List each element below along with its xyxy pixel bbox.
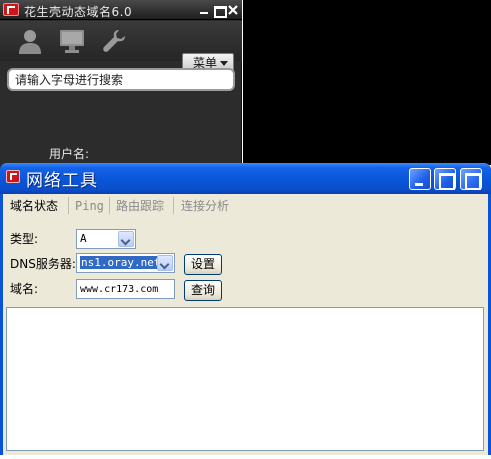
tab-traceroute[interactable]: 路由跟踪: [116, 199, 164, 213]
ddns-toolbar: 菜单: [0, 21, 242, 73]
restore-icon[interactable]: [460, 168, 482, 190]
monitor-icon[interactable]: [58, 27, 86, 55]
query-button[interactable]: 查询: [184, 280, 222, 301]
minimize-icon[interactable]: [197, 2, 211, 17]
minimize-icon[interactable]: [409, 168, 431, 190]
ddns-window-title: 花生壳动态域名6.0: [24, 5, 133, 19]
oray-logo-icon: [6, 170, 20, 183]
ddns-client-window: 花生壳动态域名6.0 菜单 用户名:: [0, 0, 242, 170]
maximize-icon[interactable]: [434, 168, 456, 190]
network-tools-window: 网络工具 域名状态 Ping 路由跟踪 连接分析 类型: A DNS服务器: n…: [0, 163, 491, 455]
dns-server-label: DNS服务器:: [10, 257, 76, 271]
tools-window-title: 网络工具: [26, 171, 98, 191]
type-label: 类型:: [10, 232, 39, 246]
result-output-area[interactable]: [6, 307, 484, 451]
search-input[interactable]: [7, 68, 235, 91]
dns-server-select[interactable]: ns1.oray.net: [76, 253, 175, 273]
desktop-background: [243, 0, 491, 165]
username-label: 用户名:: [49, 147, 90, 161]
tab-connection-analysis[interactable]: 连接分析: [181, 199, 229, 213]
tab-divider: [173, 197, 174, 214]
set-button[interactable]: 设置: [184, 254, 222, 275]
chevron-down-icon[interactable]: [157, 255, 173, 271]
tab-divider: [109, 197, 110, 214]
tab-ping[interactable]: Ping: [75, 199, 104, 213]
wrench-icon[interactable]: [100, 27, 128, 55]
tab-divider: [68, 197, 69, 214]
chevron-down-icon: [220, 61, 228, 66]
domain-input[interactable]: [76, 279, 175, 299]
record-type-select[interactable]: A: [76, 229, 136, 249]
dns-server-value: ns1.oray.net: [80, 256, 162, 269]
ddns-titlebar: 花生壳动态域名6.0: [0, 0, 242, 20]
record-type-value: A: [80, 232, 87, 245]
restore-icon[interactable]: [212, 2, 227, 18]
tools-body: 域名状态 Ping 路由跟踪 连接分析 类型: A DNS服务器: ns1.or…: [3, 194, 488, 455]
close-icon[interactable]: [226, 2, 240, 17]
tools-titlebar[interactable]: 网络工具: [0, 163, 491, 194]
domain-label: 域名:: [10, 282, 39, 296]
user-icon[interactable]: [16, 27, 44, 55]
chevron-down-icon[interactable]: [118, 231, 134, 247]
oray-logo-icon: [3, 3, 19, 16]
tab-domain-status[interactable]: 域名状态: [10, 199, 58, 213]
